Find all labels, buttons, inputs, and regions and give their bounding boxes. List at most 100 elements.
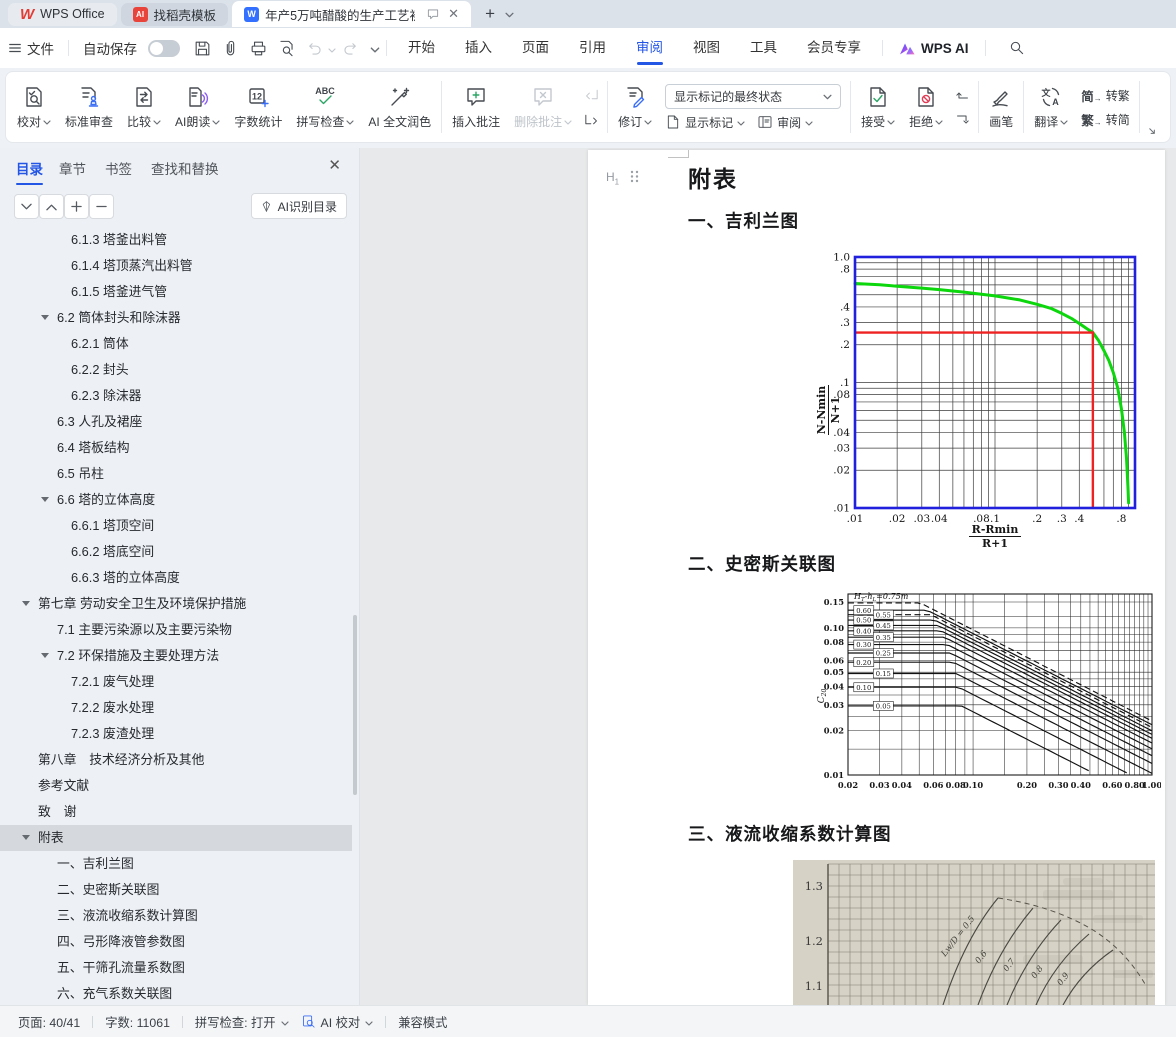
zoom-out-button[interactable] [89,194,114,219]
tab-list-chevron-icon[interactable] [505,5,514,23]
save-icon[interactable] [191,37,213,59]
toc-item[interactable]: 6.2.1 筒体 [0,331,352,357]
export-pdf-icon[interactable] [219,37,241,59]
toc-item[interactable]: 第七章 劳动安全卫生及环境保护措施 [0,591,352,617]
expand-triangle-icon[interactable] [41,653,49,658]
collapse-all-button[interactable] [14,194,39,219]
next-change-icon[interactable] [954,111,971,128]
dialog-launcher-icon[interactable] [1147,126,1158,137]
smith-correlation-chart[interactable]: HT-hL=0.75m0.600.550.500.450.400.350.300… [816,578,1161,798]
show-markup-button[interactable]: 显示标记 [665,114,745,131]
print-icon[interactable] [247,37,269,59]
toc-item[interactable]: 一、吉利兰图 [0,851,352,877]
toc-item[interactable]: 附表 [0,825,352,851]
standard-review-button[interactable]: 标准审查 [58,76,120,138]
tab-insert[interactable]: 插入 [450,28,507,68]
ai-polish-button[interactable]: AI 全文润色 [361,76,438,138]
expand-triangle-icon[interactable] [22,835,30,840]
sidebar-tab-chapters[interactable]: 章节 [59,158,86,178]
toc-item[interactable]: 6.2.2 封头 [0,357,352,383]
sidebar-tab-bookmarks[interactable]: 书签 [105,158,132,178]
toc-item[interactable]: 第八章 技术经济分析及其他 [0,747,352,773]
accept-change-button[interactable]: 接受 [854,76,902,138]
compatibility-mode-badge[interactable]: 兼容模式 [398,1013,447,1031]
translate-button[interactable]: 文A 翻译 [1027,76,1075,138]
liquid-contraction-chart[interactable]: 1.31.21.1Lw/D = 0.50.60.70.80.9 [793,860,1155,1005]
toc-item[interactable]: 四、弓形降液管参数图 [0,929,352,955]
sidebar-tab-toc[interactable]: 目录 [16,158,43,178]
expand-triangle-icon[interactable] [41,315,49,320]
insert-comment-button[interactable]: 插入批注 [445,76,507,138]
toc-item[interactable]: 7.2 环保措施及主要处理方法 [0,643,352,669]
tab-member[interactable]: 会员专享 [792,28,876,68]
tab-document[interactable]: W 年产5万吨醋酸的生产工艺初 ✕ [232,1,471,27]
toc-item[interactable]: 6.6 塔的立体高度 [0,487,352,513]
traditional-to-simplified-button[interactable]: 繁→ 转简 [1081,110,1130,129]
toc-item[interactable]: 7.1 主要污染源以及主要污染物 [0,617,352,643]
ai-recognize-toc-button[interactable]: AI识别目录 [251,193,347,219]
toc-item[interactable]: 7.2.2 废水处理 [0,695,352,721]
previous-comment-icon[interactable] [583,86,600,103]
toc-item[interactable]: 三、液流收缩系数计算图 [0,903,352,929]
toc-item[interactable]: 二、史密斯关联图 [0,877,352,903]
tab-reference[interactable]: 引用 [564,28,621,68]
toc-item[interactable]: 6.4 塔板结构 [0,435,352,461]
zoom-in-button[interactable] [64,194,89,219]
toc-item[interactable]: 6.5 吊柱 [0,461,352,487]
close-tab-icon[interactable]: ✕ [448,6,459,22]
toc-item[interactable]: 7.2.1 废气处理 [0,669,352,695]
tab-review[interactable]: 审阅 [621,28,678,68]
review-pane-button[interactable]: 审阅 [757,114,813,131]
toc-item[interactable]: 6.6.2 塔底空间 [0,539,352,565]
tab-tools[interactable]: 工具 [735,28,792,68]
autosave-control[interactable]: 自动保存 [75,38,188,58]
document-page[interactable]: H1 附表 一、吉利兰图 1.0.8.4.3.2.1.08.04.03.02.0… [588,150,1165,1005]
tab-template[interactable]: AI 找稻壳模板 [121,3,229,26]
redo-icon[interactable] [339,37,361,59]
comment-bubble-icon[interactable] [426,7,440,21]
toc-item[interactable]: 6.1.3 塔釜出料管 [0,227,352,253]
ai-proofread-status[interactable]: AI 校对 [301,1013,374,1031]
toc-item[interactable]: 致 谢 [0,799,352,825]
toc-item[interactable]: 6.3 人孔及裙座 [0,409,352,435]
spell-check-status[interactable]: 拼写检查: 打开 [195,1013,289,1031]
undo-chevron-icon[interactable] [328,41,336,56]
expand-triangle-icon[interactable] [22,601,30,606]
toc-item[interactable]: 6.2 筒体封头和除沫器 [0,305,352,331]
expand-triangle-icon[interactable] [41,497,49,502]
delete-comment-button[interactable]: 删除批注 [507,76,579,138]
heading-level-badge[interactable]: H1 [606,170,619,186]
autosave-toggle[interactable] [148,40,180,57]
track-changes-button[interactable]: 修订 [611,76,659,138]
toc-item[interactable]: 五、干筛孔流量系数图 [0,955,352,981]
previous-change-icon[interactable] [954,86,971,103]
tab-page[interactable]: 页面 [507,28,564,68]
file-menu[interactable]: 文件 [0,38,62,58]
compare-button[interactable]: 比较 [120,76,168,138]
toc-item[interactable]: 参考文献 [0,773,352,799]
gilliland-chart[interactable]: 1.0.8.4.3.2.1.08.04.03.02.01.01.02.03.04… [813,245,1148,550]
more-actions-chevron-icon[interactable] [370,41,380,56]
toc-item[interactable]: 6.1.5 塔釜进气管 [0,279,352,305]
next-comment-icon[interactable] [583,111,600,128]
toc-item[interactable]: 6.6.3 塔的立体高度 [0,565,352,591]
wps-ai-button[interactable]: WPS AI [889,41,979,56]
ink-brush-button[interactable]: 画笔 [982,76,1020,138]
search-icon[interactable] [1006,37,1028,59]
tab-wps-office[interactable]: W WPS Office [8,3,117,26]
print-preview-icon[interactable] [275,37,297,59]
simplified-to-traditional-button[interactable]: 简→ 转繁 [1081,86,1130,105]
drag-handle-icon[interactable] [630,170,639,183]
tab-home[interactable]: 开始 [393,28,450,68]
word-count-button[interactable]: 12 字数统计 [227,76,289,138]
toc-item[interactable]: 7.2.3 废渣处理 [0,721,352,747]
ai-read-aloud-button[interactable]: AI朗读 [168,76,227,138]
close-sidebar-icon[interactable]: ✕ [328,156,341,174]
toc-item[interactable]: 六、充气系数关联图 [0,981,352,1005]
toc-item[interactable]: 6.1.4 塔顶蒸汽出料管 [0,253,352,279]
new-tab-icon[interactable]: + [485,4,495,24]
spell-check-button[interactable]: ABC 拼写检查 [289,76,361,138]
tab-view[interactable]: 视图 [678,28,735,68]
sidebar-tab-find-replace[interactable]: 查找和替换 [151,158,219,178]
reject-change-button[interactable]: 拒绝 [902,76,950,138]
